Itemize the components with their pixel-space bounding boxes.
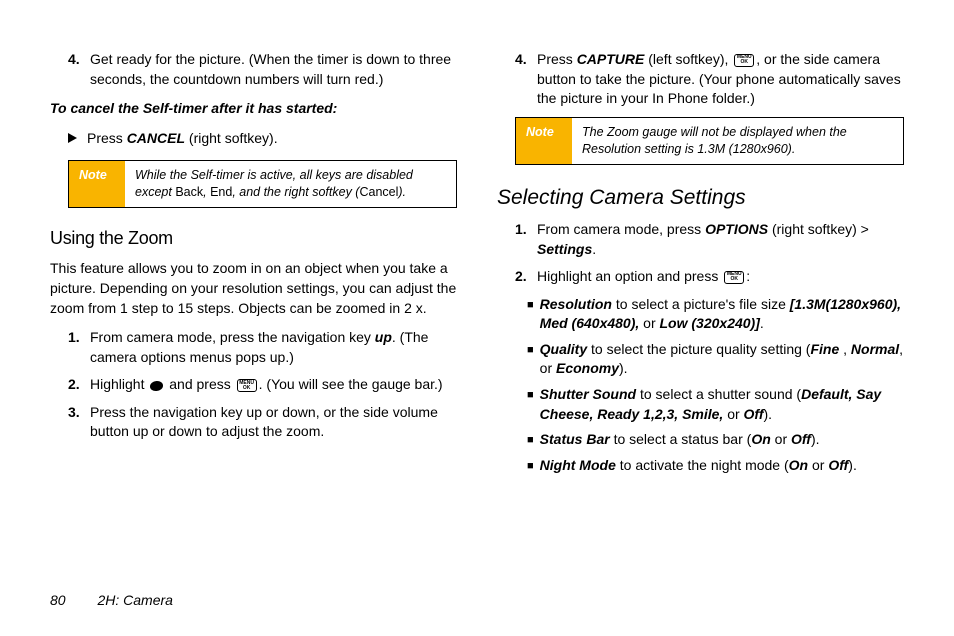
list-item: 1. From camera mode, press OPTIONS (righ…	[515, 220, 904, 259]
right-column: 4. Press CAPTURE (left softkey), MENUOK,…	[497, 50, 904, 570]
page-content: 4. Get ready for the picture. (When the …	[50, 50, 904, 570]
square-bullet-icon: ■	[527, 343, 534, 379]
page-footer: 80 2H: Camera	[50, 592, 173, 608]
selecting-camera-settings-heading: Selecting Camera Settings	[497, 183, 904, 212]
menu-ok-key-icon: MENUOK	[724, 271, 744, 284]
note-text: The Zoom gauge will not be displayed whe…	[572, 118, 903, 164]
note-box: Note The Zoom gauge will not be displaye…	[515, 117, 904, 165]
sub-bullet: ■ Status Bar to select a status bar (On …	[527, 430, 904, 450]
note-label: Note	[516, 118, 572, 164]
list-item: 3. Press the navigation key up or down, …	[68, 403, 457, 442]
section-label: 2H: Camera	[97, 592, 172, 608]
page-number: 80	[50, 592, 66, 608]
sub-bullet: ■ Night Mode to activate the night mode …	[527, 456, 904, 476]
list-item: 2. Highlight and press MENUOK. (You will…	[68, 375, 457, 395]
note-box: Note While the Self-timer is active, all…	[68, 160, 457, 208]
bullet-item: Press CANCEL (right softkey).	[68, 129, 457, 149]
list-item: 4. Press CAPTURE (left softkey), MENUOK,…	[515, 50, 904, 109]
sub-bullet: ■ Quality to select the picture quality …	[527, 340, 904, 379]
note-text: While the Self-timer is active, all keys…	[125, 161, 456, 207]
list-text: Highlight and press MENUOK. (You will se…	[90, 375, 457, 395]
list-num: 2.	[68, 375, 90, 395]
square-bullet-icon: ■	[527, 459, 534, 476]
list-num: 4.	[68, 50, 90, 89]
list-num: 4.	[515, 50, 537, 109]
using-zoom-heading: Using the Zoom	[50, 226, 457, 251]
lens-icon	[150, 380, 163, 391]
list-text: Get ready for the picture. (When the tim…	[90, 50, 457, 89]
square-bullet-icon: ■	[527, 388, 534, 424]
list-text: From camera mode, press OPTIONS (right s…	[537, 220, 904, 259]
menu-ok-key-icon: MENUOK	[237, 379, 257, 392]
sub-bullet: ■ Resolution to select a picture's file …	[527, 295, 904, 334]
zoom-paragraph: This feature allows you to zoom in on an…	[50, 259, 457, 318]
list-num: 1.	[68, 328, 90, 367]
list-item: 1. From camera mode, press the navigatio…	[68, 328, 457, 367]
note-label: Note	[69, 161, 125, 207]
capture-softkey-label: CAPTURE	[577, 51, 645, 67]
list-text: Press CAPTURE (left softkey), MENUOK, or…	[537, 50, 904, 109]
bullet-text: Press CANCEL (right softkey).	[87, 129, 278, 149]
list-num: 1.	[515, 220, 537, 259]
cancel-self-timer-heading: To cancel the Self-timer after it has st…	[50, 99, 457, 119]
options-softkey-label: OPTIONS	[705, 221, 768, 237]
menu-ok-key-icon: MENUOK	[734, 54, 754, 67]
list-item: 2. Highlight an option and press MENUOK:	[515, 267, 904, 287]
sub-bullet: ■ Shutter Sound to select a shutter soun…	[527, 385, 904, 424]
square-bullet-icon: ■	[527, 298, 534, 334]
list-num: 3.	[68, 403, 90, 442]
left-column: 4. Get ready for the picture. (When the …	[50, 50, 457, 570]
square-bullet-icon: ■	[527, 433, 534, 450]
arrow-right-icon	[68, 133, 77, 143]
list-num: 2.	[515, 267, 537, 287]
list-text: From camera mode, press the navigation k…	[90, 328, 457, 367]
list-item: 4. Get ready for the picture. (When the …	[68, 50, 457, 89]
cancel-softkey-label: CANCEL	[127, 130, 185, 146]
list-text: Highlight an option and press MENUOK:	[537, 267, 904, 287]
list-text: Press the navigation key up or down, or …	[90, 403, 457, 442]
